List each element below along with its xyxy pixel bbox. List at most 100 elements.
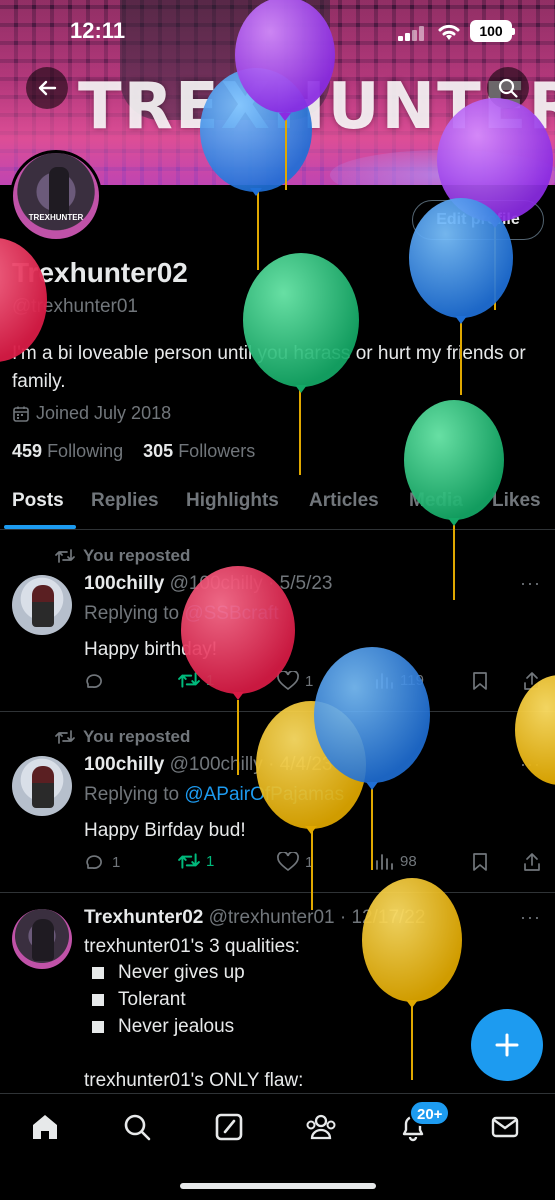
- nav-communities[interactable]: [304, 1110, 338, 1144]
- views-count: 98: [400, 852, 417, 870]
- follow-counts: 459 Following 305 Followers: [12, 441, 255, 462]
- replying-to-link[interactable]: @APairOfPajamas: [184, 784, 344, 805]
- views-button[interactable]: 119: [374, 671, 424, 689]
- battery-indicator: 100: [470, 20, 515, 42]
- bullet-square-icon: [92, 966, 104, 979]
- share-button[interactable]: [522, 671, 542, 691]
- tab-likes[interactable]: Likes: [492, 490, 541, 512]
- repost-indicator: You reposted: [55, 727, 190, 747]
- post-date: · 5/5/23: [268, 573, 333, 594]
- tab-highlights[interactable]: Highlights: [186, 490, 279, 512]
- bookmark-button[interactable]: [471, 671, 489, 691]
- nav-messages[interactable]: [488, 1110, 522, 1144]
- profile-tabs: Posts Replies Highlights Articles Media …: [0, 480, 555, 530]
- repost-label: You reposted: [83, 546, 191, 565]
- search-icon: [124, 1114, 151, 1141]
- back-button[interactable]: [26, 67, 68, 109]
- mail-icon: [491, 1116, 519, 1138]
- views-icon: [376, 854, 393, 870]
- display-name: Trexhunter02: [12, 257, 188, 288]
- status-time: 12:11: [70, 18, 126, 43]
- views-count: 119: [400, 671, 424, 689]
- more-options-button[interactable]: ···: [520, 573, 541, 594]
- replying-prefix: Replying to: [84, 784, 185, 805]
- reply-button[interactable]: [84, 671, 112, 691]
- nav-home[interactable]: [28, 1110, 62, 1144]
- author-name[interactable]: Trexhunter02: [84, 907, 203, 928]
- compose-post-button[interactable]: [471, 1009, 543, 1081]
- reply-button[interactable]: 1: [84, 852, 120, 872]
- heart-icon: [277, 852, 299, 872]
- post-header: 100chilly @100chilly · 5/5/23: [84, 573, 333, 595]
- repost-icon: [55, 549, 75, 563]
- post-actions: 1 1 119: [84, 671, 544, 699]
- tab-articles[interactable]: Articles: [309, 490, 379, 512]
- tab-media[interactable]: Media: [409, 490, 463, 512]
- following-count: 459: [12, 441, 43, 461]
- repost-icon: [55, 730, 75, 744]
- active-tab-indicator: [4, 525, 76, 529]
- replying-to: Replying to @SSBcraft: [84, 603, 279, 625]
- views-button[interactable]: 98: [374, 852, 417, 870]
- post-item[interactable]: You reposted 100chilly @100chilly · 5/5/…: [0, 531, 555, 712]
- calendar-icon: [13, 406, 29, 422]
- list-item: Tolerant: [84, 986, 245, 1013]
- like-count: 1: [305, 853, 314, 871]
- more-options-button[interactable]: ···: [520, 907, 541, 928]
- bullet-square-icon: [92, 1020, 104, 1033]
- nav-search[interactable]: [120, 1110, 154, 1144]
- replying-to: Replying to @APairOfPajamas: [84, 784, 344, 806]
- compose-icon: [215, 1113, 243, 1141]
- repost-icon: [178, 672, 200, 688]
- repost-button[interactable]: 1: [178, 671, 214, 689]
- post-item[interactable]: You reposted 100chilly @100chilly · 4/4/…: [0, 712, 555, 893]
- followers-link[interactable]: 305 Followers: [143, 441, 255, 461]
- avatar[interactable]: [12, 756, 72, 816]
- search-button[interactable]: [487, 67, 529, 109]
- profile-avatar[interactable]: TREXHUNTER: [10, 150, 102, 242]
- repost-indicator: You reposted: [55, 546, 190, 566]
- edit-profile-button[interactable]: Edit profile: [412, 200, 544, 240]
- tab-posts[interactable]: Posts: [12, 490, 64, 512]
- search-icon: [498, 78, 518, 98]
- nav-grok[interactable]: [212, 1110, 246, 1144]
- repost-icon: [178, 853, 200, 869]
- repost-count: 1: [206, 852, 215, 870]
- share-button[interactable]: [522, 852, 542, 872]
- repost-button[interactable]: 1: [178, 852, 214, 870]
- home-icon: [33, 1115, 57, 1139]
- quality-text: Never gives up: [118, 962, 245, 983]
- avatar[interactable]: [12, 909, 72, 969]
- following-link[interactable]: 459 Following: [12, 441, 123, 461]
- author-name[interactable]: 100chilly: [84, 754, 164, 775]
- followers-label: Followers: [178, 441, 256, 461]
- following-label: Following: [47, 441, 124, 461]
- repost-label: You reposted: [83, 727, 191, 746]
- avatar-text: TREXHUNTER: [28, 213, 84, 222]
- author-handle: @100chilly: [169, 754, 263, 775]
- list-item: Never jealous: [84, 1013, 245, 1040]
- more-options-button[interactable]: ···: [520, 754, 541, 775]
- reply-count: 1: [112, 853, 121, 871]
- home-indicator[interactable]: [180, 1183, 376, 1189]
- replying-to-link[interactable]: @SSBcraft: [184, 603, 278, 624]
- qualities-list: Never gives up Tolerant Never jealous: [84, 959, 245, 1040]
- profile-handle: @trexhunter01: [12, 296, 138, 317]
- like-button[interactable]: 1: [277, 852, 313, 872]
- tab-replies[interactable]: Replies: [91, 490, 159, 512]
- avatar[interactable]: [12, 575, 72, 635]
- author-name[interactable]: 100chilly: [84, 573, 164, 594]
- banner-glow: [330, 150, 555, 185]
- like-button[interactable]: 1: [277, 671, 313, 691]
- wifi-icon: [438, 24, 460, 40]
- bookmark-icon: [473, 672, 487, 690]
- people-icon: [306, 1114, 336, 1140]
- bookmark-button[interactable]: [471, 852, 489, 872]
- post-item[interactable]: Trexhunter02 @trexhunter01 · 12/17/22 ··…: [0, 893, 555, 1093]
- avatar-figure: [49, 167, 69, 219]
- joined-text: Joined July 2018: [36, 403, 172, 423]
- author-handle: @trexhunter01: [208, 907, 335, 928]
- post-text: trexhunter01's 3 qualities:: [84, 936, 300, 957]
- list-item: Never gives up: [84, 959, 245, 986]
- share-icon: [524, 853, 540, 871]
